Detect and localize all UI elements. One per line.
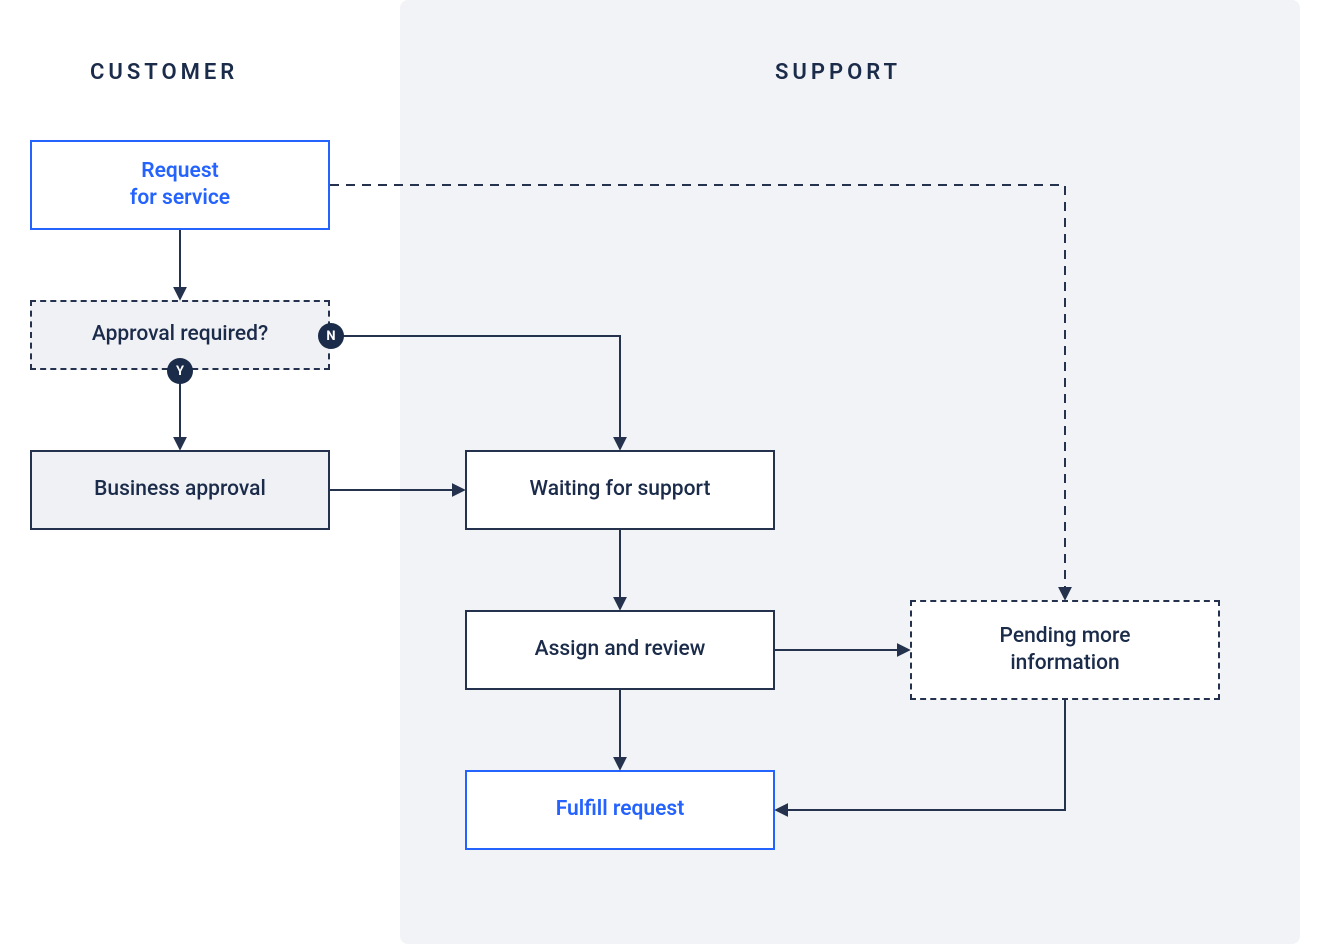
decision-badge-no: N (318, 323, 344, 349)
node-business-approval: Business approval (30, 450, 330, 530)
node-fulfill-request: Fulfill request (465, 770, 775, 850)
flowchart-stage: CUSTOMER SUPPORT Request for service App… (0, 0, 1344, 944)
node-assign-and-review: Assign and review (465, 610, 775, 690)
lane-header-support: SUPPORT (775, 60, 901, 85)
lane-header-customer: CUSTOMER (90, 60, 238, 85)
node-pending-more-information: Pending more information (910, 600, 1220, 700)
decision-badge-yes: Y (167, 358, 193, 384)
node-request-for-service: Request for service (30, 140, 330, 230)
node-waiting-for-support: Waiting for support (465, 450, 775, 530)
